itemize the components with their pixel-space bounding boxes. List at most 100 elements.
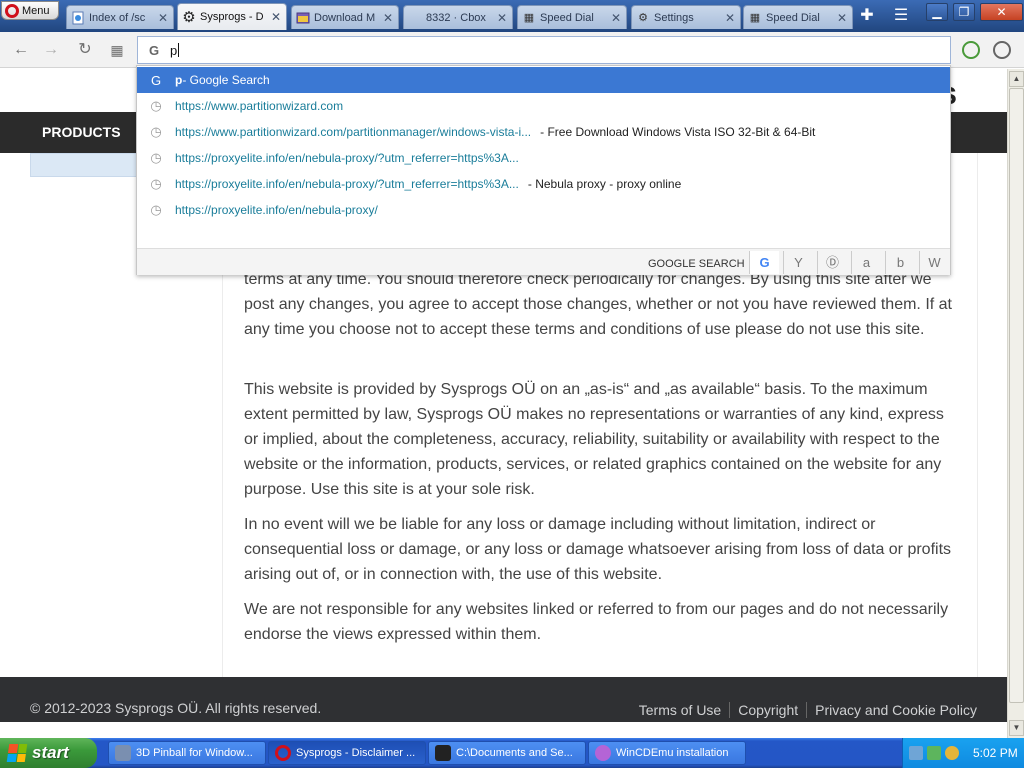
tab-title: Speed Dial [540,11,594,24]
start-label: start [32,743,69,762]
nav-products[interactable]: PRODUCTS [42,124,121,140]
task-label: 3D Pinball for Window... [136,747,253,759]
speed-dial-grid-icon[interactable]: ▦ [107,41,127,59]
history-clock-icon: ◷ [150,98,162,113]
suggestion-desc: - Free Download Windows Vista ISO 32-Bit… [540,125,816,139]
reload-icon[interactable]: ↻ [75,41,95,59]
tab-strip: Menu Index of /sc ✕ ⚙ Sysprogs - D ✕ Dow… [0,0,1024,32]
google-icon: G [150,72,162,88]
tab-title: 8332 · Cbox [426,11,486,24]
tab-menu-icon[interactable]: ☰ [890,6,912,26]
bing-engine-icon[interactable]: b [885,251,915,274]
tab-cbox[interactable]: 8332 · Cbox ✕ [403,5,513,29]
account-icon[interactable] [993,41,1011,59]
yandex-engine-icon[interactable]: Y [783,251,813,274]
maximize-icon[interactable]: ❐ [953,3,975,21]
network-icon[interactable] [909,746,923,760]
close-icon[interactable]: ✕ [382,11,394,25]
duckduckgo-engine-icon[interactable]: Ⓓ [817,251,847,274]
taskbar-item-7zip[interactable]: C:\Documents and Se... [428,741,586,765]
tab-index[interactable]: Index of /sc ✕ [66,5,174,29]
suggestion-history-item[interactable]: ◷ https://proxyelite.info/en/nebula-prox… [137,145,950,171]
tab-sysprogs[interactable]: ⚙ Sysprogs - D ✕ [177,3,287,30]
history-clock-icon: ◷ [150,150,162,165]
suggestion-history-item[interactable]: ◷ https://www.partitionwizard.com [137,93,950,119]
footer-link-terms[interactable]: Terms of Use [639,702,721,718]
address-suggestions-dropdown: G p - Google Search ◷ https://www.partit… [136,65,951,275]
tab-title: Index of /sc [89,11,146,24]
tab-title: Speed Dial [766,11,820,24]
amazon-engine-icon[interactable]: a [851,251,881,274]
close-icon[interactable]: ✕ [836,11,848,25]
tab-speed-dial-1[interactable]: ▦ Speed Dial ✕ [517,5,627,29]
forward-arrow-icon[interactable]: → [41,41,61,59]
system-tray: 5:02 PM [902,738,1024,768]
google-engine-icon[interactable]: G [749,251,779,274]
scroll-thumb[interactable] [1009,88,1024,703]
address-bar[interactable]: G p [137,36,951,64]
suggestion-url: https://proxyelite.info/en/nebula-proxy/… [175,151,519,165]
search-engine-bar: GOOGLE SEARCH G Y Ⓓ a b W [137,248,950,275]
suggestion-history-item[interactable]: ◷ https://proxyelite.info/en/nebula-prox… [137,197,950,223]
suggestion-desc: - Nebula proxy - proxy online [527,177,682,191]
new-tab-plus-icon[interactable]: ✚ [856,6,878,26]
volume-icon[interactable] [945,746,959,760]
paragraph: terms at any time. You should therefore … [244,271,952,338]
tab-title: Settings [654,11,694,24]
paragraph: In no event will we be liable for any lo… [244,516,952,583]
paragraph: This website is provided by Sysprogs OÜ … [244,381,944,498]
suggestion-url: https://www.partitionwizard.com [175,99,344,113]
windows-flag-icon [6,744,28,762]
suggestion-url: https://www.partitionwizard.com/partitio… [175,125,532,139]
suggestion-url: https://proxyelite.info/en/nebula-proxy/ [175,203,378,217]
scroll-down-arrow-icon[interactable]: ▼ [1009,720,1024,736]
close-icon[interactable]: ✕ [724,11,736,25]
task-label: WinCDEmu installation [616,747,729,759]
engine-label: GOOGLE SEARCH [648,258,745,270]
close-icon[interactable]: ✕ [610,11,622,25]
start-button[interactable]: start [0,738,97,768]
footer-links: Terms of Use Copyright Privacy and Cooki… [639,702,977,718]
close-icon[interactable]: ✕ [157,11,169,25]
shield-icon[interactable] [927,746,941,760]
address-input[interactable]: p [170,43,177,58]
taskbar-item-wincdemu[interactable]: WinCDEmu installation [588,741,746,765]
divider [806,702,808,718]
window-close-icon[interactable]: ✕ [980,3,1023,21]
tab-speed-dial-2[interactable]: ▦ Speed Dial ✕ [743,5,853,29]
scroll-up-arrow-icon[interactable]: ▲ [1009,71,1024,87]
opera-menu-button[interactable]: Menu [1,1,59,20]
close-icon[interactable]: ✕ [270,10,282,24]
google-icon: G [148,42,160,58]
suggestion-google-search[interactable]: G p - Google Search [137,67,950,93]
minimize-icon[interactable]: ▁ [926,3,948,21]
tab-download[interactable]: Download M ✕ [291,5,399,29]
7zip-icon [435,745,451,761]
tab-settings[interactable]: ⚙ Settings ✕ [631,5,741,29]
back-arrow-icon[interactable]: ← [11,41,31,59]
divider [729,702,731,718]
history-clock-icon: ◷ [150,176,162,191]
vertical-scrollbar[interactable]: ▲ ▼ [1007,69,1024,738]
opera-logo-icon [5,3,19,18]
menu-label: Menu [22,4,50,17]
download-icon[interactable] [962,41,980,59]
navigation-bar: ← → ↻ ▦ G p [0,32,1024,68]
wikipedia-engine-icon[interactable]: W [919,251,949,274]
task-label: Sysprogs - Disclaimer ... [296,747,416,759]
suggestion-url: https://proxyelite.info/en/nebula-proxy/… [175,177,519,191]
gear-icon: ⚙ [638,12,648,24]
gear-icon: ⚙ [182,9,196,26]
history-clock-icon: ◷ [150,124,162,139]
tab-title: Download M [314,11,376,24]
footer-link-privacy[interactable]: Privacy and Cookie Policy [815,702,977,718]
suggestion-history-item[interactable]: ◷ https://proxyelite.info/en/nebula-prox… [137,171,950,197]
taskbar-item-opera[interactable]: Sysprogs - Disclaimer ... [268,741,426,765]
close-icon[interactable]: ✕ [496,11,508,25]
ie-page-icon [71,11,85,25]
footer-link-copyright[interactable]: Copyright [738,702,798,718]
taskbar-item-pinball[interactable]: 3D Pinball for Window... [108,741,266,765]
pinball-icon [115,745,131,761]
suggestion-history-item[interactable]: ◷ https://www.partitionwizard.com/partit… [137,119,950,145]
task-label: C:\Documents and Se... [456,747,573,759]
